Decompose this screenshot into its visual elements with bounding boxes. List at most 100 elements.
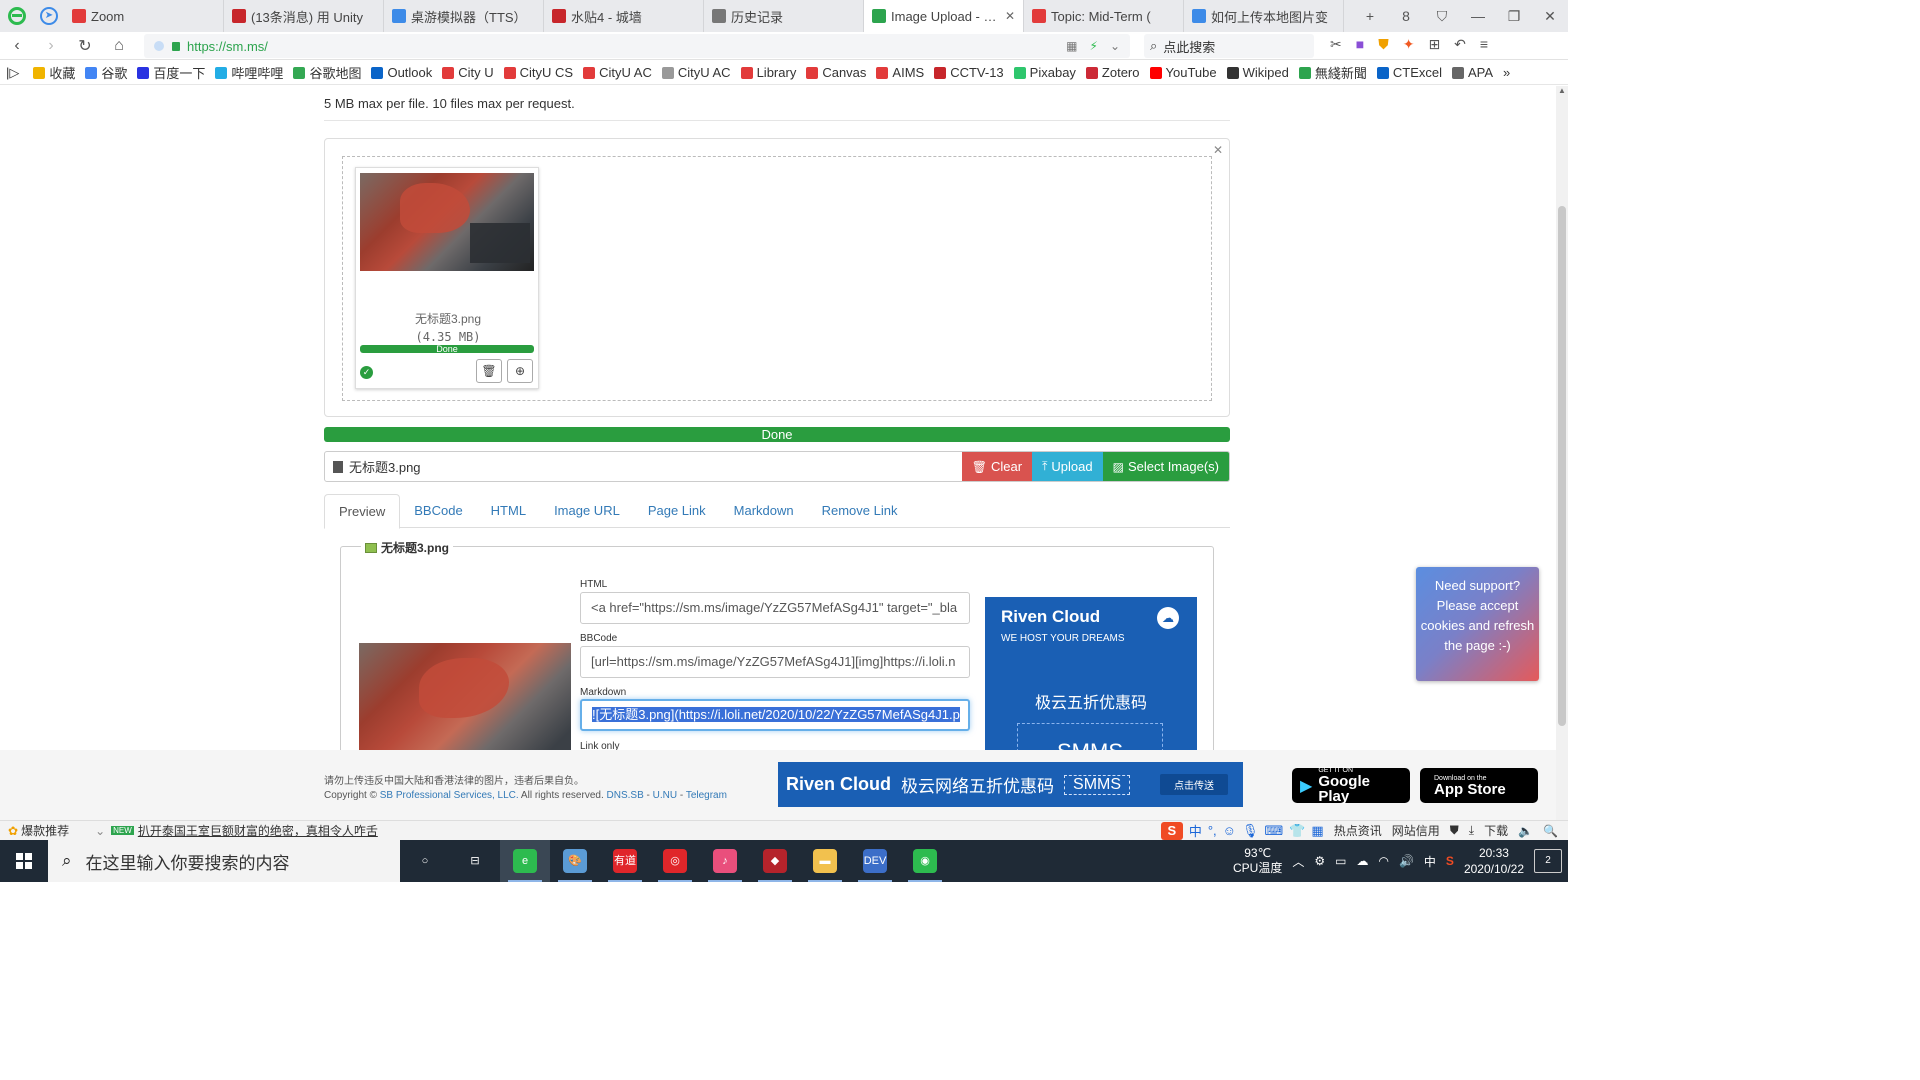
html-code-field[interactable]: <a href="https://sm.ms/image/YzZG57MefAS… <box>580 592 970 624</box>
notification-center-icon[interactable]: 2 <box>1534 849 1562 873</box>
site-info-icon[interactable] <box>154 41 164 51</box>
chevron-up-icon[interactable]: ︿ <box>1292 853 1304 870</box>
site-credit-link[interactable]: 网站信用 <box>1392 822 1440 839</box>
close-window-button[interactable]: ✕ <box>1532 0 1568 32</box>
result-tab[interactable]: Image URL <box>540 494 634 528</box>
apps-grid-icon[interactable]: ⊞ <box>1428 36 1440 53</box>
scrollbar-thumb[interactable] <box>1558 206 1566 726</box>
result-tab[interactable]: HTML <box>477 494 540 528</box>
ad-riven-cloud[interactable]: Riven Cloud WE HOST YOUR DREAMS ☁ 极云五折优惠… <box>985 597 1197 750</box>
banner-button[interactable]: 点击传送 <box>1160 774 1229 795</box>
maximize-button[interactable]: ❐ <box>1496 0 1532 32</box>
paint-icon[interactable]: 🎨 <box>550 840 600 882</box>
battery-icon[interactable]: ▭ <box>1335 854 1346 868</box>
task-view-icon[interactable]: ⊟ <box>450 840 500 882</box>
file-explorer-icon[interactable]: ▬ <box>800 840 850 882</box>
app-store-badge[interactable]: Download on the App Store <box>1420 768 1538 803</box>
volume-icon[interactable]: 🔈 <box>1518 824 1533 838</box>
navigation-icon[interactable]: ➤ <box>34 0 64 32</box>
bbcode-field[interactable]: [url=https://sm.ms/image/YzZG57MefASg4J1… <box>580 646 970 678</box>
search-input[interactable]: ⌕ 点此搜索 <box>1144 34 1314 58</box>
menu-icon[interactable]: ≡ <box>1480 36 1488 53</box>
close-icon[interactable]: ✕ <box>1213 143 1223 157</box>
bookmark-item[interactable]: 哔哩哔哩 <box>215 63 283 82</box>
bookmark-item[interactable]: APA <box>1451 65 1493 80</box>
bookmark-item[interactable]: Outlook <box>371 65 432 80</box>
browser-logo-icon[interactable] <box>0 0 34 32</box>
microphone-icon[interactable]: 🎙 <box>1242 823 1259 839</box>
undo-icon[interactable]: ↶ <box>1454 36 1466 53</box>
preview-image[interactable] <box>359 643 571 750</box>
shirt-icon[interactable]: ⛉ <box>1424 0 1460 32</box>
downloads-link[interactable]: 下载 <box>1484 822 1508 839</box>
download-icon[interactable]: ⤓ <box>1469 823 1474 838</box>
browser-tab[interactable]: 历史记录 <box>704 0 864 32</box>
grid-icon[interactable]: ▦ <box>1066 39 1077 53</box>
browser-tab[interactable]: 桌游模拟器（TTS） <box>384 0 544 32</box>
keyboard-icon[interactable]: ⌨ <box>1264 823 1283 839</box>
cortana-icon[interactable]: ○ <box>400 840 450 882</box>
result-tab[interactable]: Remove Link <box>808 494 912 528</box>
shield-extension-icon[interactable]: ⛊ <box>1378 36 1389 53</box>
ime-toolbar[interactable]: S 中 °, ☺ 🎙 ⌨ 👕 ▦ <box>1160 821 1324 840</box>
home-icon[interactable]: ⌂ <box>102 37 136 55</box>
bookmark-item[interactable]: 百度一下 <box>137 63 205 82</box>
footer-ad-banner[interactable]: Riven Cloud 极云网络五折优惠码 SMMS 点击传送 <box>778 762 1243 807</box>
clock[interactable]: 20:33 2020/10/22 <box>1464 845 1524 877</box>
hot-news-link[interactable]: 热点资讯 <box>1334 822 1382 839</box>
page-scrollbar[interactable] <box>1556 86 1568 820</box>
toolbox-icon[interactable]: ▦ <box>1311 823 1323 839</box>
bookmark-item[interactable]: Pixabay <box>1013 65 1076 80</box>
dropdown-icon[interactable]: ⌄ <box>1110 39 1120 53</box>
sogou-tray-icon[interactable]: S <box>1446 854 1454 868</box>
lightning-icon[interactable]: ⚡ <box>1090 39 1098 53</box>
weather-icon[interactable]: ☁ <box>1356 854 1368 868</box>
recommend-item[interactable]: ✿ 爆款推荐 <box>8 822 69 839</box>
browser-tab[interactable]: (13条消息) 用 Unity <box>224 0 384 32</box>
browser-tab[interactable]: Topic: Mid-Term ( <box>1024 0 1184 32</box>
browser-tab[interactable]: 如何上传本地图片变 <box>1184 0 1344 32</box>
result-tab[interactable]: Preview <box>324 494 401 529</box>
skin-icon[interactable]: 👕 <box>1289 823 1305 839</box>
game-icon[interactable]: ✦ <box>1403 36 1415 53</box>
result-tab[interactable]: Page Link <box>634 494 720 528</box>
url-input[interactable]: https://sm.ms/ ▦ ⚡ ⌄ <box>144 34 1130 58</box>
markdown-field[interactable]: ![无标题3.png](https://i.loli.net/2020/10/2… <box>580 699 970 731</box>
bookmark-item[interactable]: YouTube <box>1149 65 1217 80</box>
browser-icon[interactable]: e <box>500 840 550 882</box>
wechat-icon[interactable]: ◉ <box>900 840 950 882</box>
bookmark-item[interactable]: AIMS <box>876 65 924 80</box>
google-play-badge[interactable]: ▶ GET IT ON Google Play <box>1292 767 1410 804</box>
sidebar-toggle-icon[interactable]: |▷ <box>6 65 19 81</box>
dropzone[interactable]: 无标题3.png (4.35 MB) Done ✓ 🗑 ⊕ <box>342 156 1212 401</box>
browser-tab[interactable]: Image Upload - SM ✕ <box>864 0 1024 32</box>
netease-music-icon[interactable]: ◎ <box>650 840 700 882</box>
bookmark-item[interactable]: 收藏 <box>33 63 75 82</box>
cpu-temp[interactable]: 93℃ CPU温度 <box>1233 846 1282 876</box>
bookmark-item[interactable]: Library <box>740 65 796 80</box>
bookmark-item[interactable]: City U <box>442 65 494 80</box>
speaker-icon[interactable]: 🔊 <box>1399 854 1414 868</box>
clear-button[interactable]: 🗑 Clear <box>961 452 1033 481</box>
bookmark-item[interactable]: Canvas <box>806 65 866 80</box>
browser-tab[interactable]: 水贴4 - 城墙 <box>544 0 704 32</box>
result-tab[interactable]: BBCode <box>400 494 476 528</box>
bookmark-item[interactable]: CTExcel <box>1376 65 1442 80</box>
more-bookmarks-icon[interactable]: » <box>1503 65 1510 80</box>
punctuation-icon[interactable]: °, <box>1208 823 1217 838</box>
back-icon[interactable]: ‹ <box>0 37 34 55</box>
forward-icon[interactable]: › <box>34 37 68 55</box>
result-tab[interactable]: Markdown <box>720 494 808 528</box>
tab-count-icon[interactable]: 8 <box>1388 0 1424 32</box>
youdao-icon[interactable]: 有道 <box>600 840 650 882</box>
footer-link-dnssb[interactable]: DNS.SB <box>607 790 644 801</box>
translate-icon[interactable]: ■ <box>1356 36 1364 53</box>
shield-icon[interactable]: ⛊ <box>1450 823 1459 838</box>
reload-icon[interactable]: ↻ <box>68 36 102 56</box>
company-link[interactable]: SB Professional Services, LLC. <box>380 790 519 801</box>
upload-button[interactable]: ⤒ Upload <box>1032 452 1103 481</box>
taskbar-search[interactable]: ⌕ 在这里输入你要搜索的内容 <box>48 840 400 882</box>
scissors-icon[interactable]: ✂ <box>1330 36 1342 53</box>
footer-link-telegram[interactable]: Telegram <box>686 790 727 801</box>
bookmark-item[interactable]: 谷歌 <box>85 63 127 82</box>
